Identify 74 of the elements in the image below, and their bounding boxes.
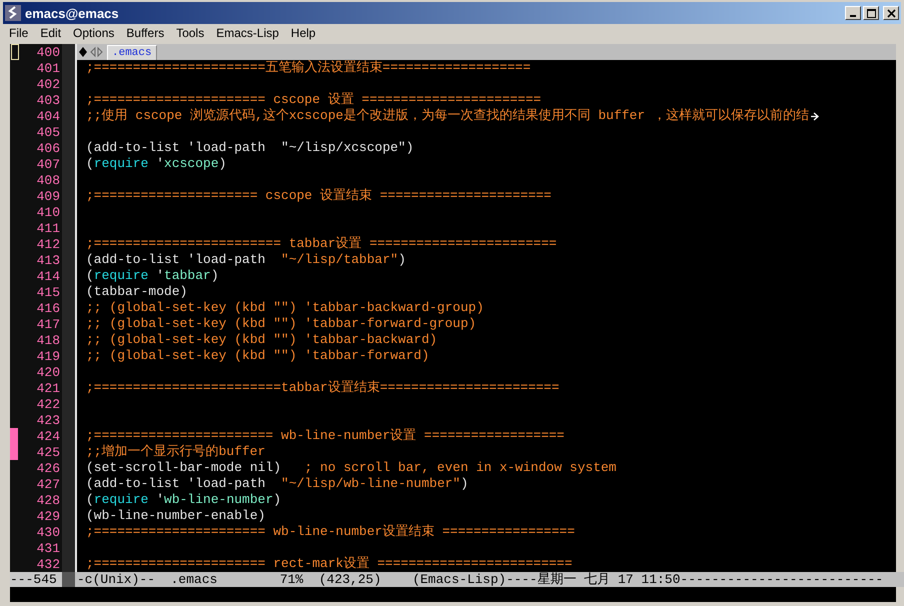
- window-title: emacs@emacs: [25, 6, 120, 20]
- line-number: 416: [36, 300, 61, 316]
- menu-item[interactable]: Buffers: [120, 26, 170, 40]
- close-icon: [886, 8, 896, 18]
- buffer-tab[interactable]: .emacs: [107, 45, 157, 60]
- line-number: 411: [36, 220, 61, 236]
- minimize-icon: [850, 15, 856, 17]
- line-number: 430: [36, 524, 61, 540]
- line-number: 423: [36, 412, 61, 428]
- menu-item[interactable]: Tools: [170, 26, 210, 40]
- line-number: 414: [36, 268, 61, 284]
- line-number: 418: [36, 332, 61, 348]
- line-number: 407: [36, 156, 61, 172]
- code-line: ;; (global-set-key (kbd "") 'tabbar-backward-group): [86, 300, 484, 316]
- code-line: ;; (global-set-key (kbd "") 'tabbar-forward-group): [86, 316, 476, 332]
- code-line: ;;使用 cscope 浏览源代码,这个xcscope是个改进版，为每一次查找的结果使用不同 buffer ，这样就可以保存以前的结: [86, 108, 809, 124]
- menu-item[interactable]: File: [3, 26, 34, 40]
- line-number: 412: [36, 236, 61, 252]
- code-line: (wb-line-number-enable): [86, 508, 266, 524]
- line-number: 419: [36, 348, 61, 364]
- code-line: ;====================== wb-line-number设置结束 =================: [86, 524, 575, 540]
- line-number: 425: [36, 444, 61, 460]
- line-number: 413: [36, 252, 61, 268]
- line-number: 400: [36, 44, 61, 60]
- line-number: 429: [36, 508, 61, 524]
- code-line: ;======================= wb-line-number设置 ==================: [86, 428, 564, 444]
- code-line: (require 'xcscope): [86, 156, 226, 172]
- menu-item[interactable]: Emacs-Lisp: [210, 26, 285, 40]
- code-line: ;===================== cscope 设置结束 ======================: [86, 188, 552, 204]
- line-number: 427: [36, 476, 61, 492]
- line-number: 420: [36, 364, 61, 380]
- line-number: 404: [36, 108, 61, 124]
- line-number: 409: [36, 188, 61, 204]
- menu-item[interactable]: Edit: [34, 26, 68, 40]
- line-number: 406: [36, 140, 61, 156]
- code-line: ;; (global-set-key (kbd "") 'tabbar-backward): [86, 332, 438, 348]
- code-line: ;====================== cscope 设置 =======================: [86, 92, 542, 108]
- close-button[interactable]: [883, 6, 899, 20]
- line-number: 422: [36, 396, 61, 412]
- tab-scroll-icon: [79, 46, 105, 58]
- menu-item[interactable]: Help: [284, 26, 322, 40]
- maximize-button[interactable]: [863, 6, 879, 20]
- code-line: ;======================== tabbar设置 ========================: [86, 236, 557, 252]
- code-line: (set-scroll-bar-mode nil) ; no scroll bar, even in x-window system: [86, 460, 616, 476]
- code-line: (add-to-list 'load-path "~/lisp/tabbar"): [86, 252, 406, 268]
- code-line: (require 'tabbar): [86, 268, 219, 284]
- line-number: 421: [36, 380, 61, 396]
- code-line: ;;增加一个显示行号的buffer: [86, 444, 266, 460]
- app-icon: [5, 5, 21, 21]
- line-number: 405: [36, 124, 61, 140]
- line-number: 428: [36, 492, 61, 508]
- line-number: 424: [36, 428, 61, 444]
- minimize-button[interactable]: [845, 6, 861, 20]
- code-line: ;========================tabbar设置结束=======================: [86, 380, 560, 396]
- line-number: 408: [36, 172, 61, 188]
- line-number: 402: [36, 76, 61, 92]
- code-line: (add-to-list 'load-path "~/lisp/xcscope"): [86, 140, 414, 156]
- line-number: 403: [36, 92, 61, 108]
- code-line: (require 'wb-line-number): [86, 492, 282, 508]
- code-line: ;; (global-set-key (kbd "") 'tabbar-forward): [86, 348, 430, 364]
- line-number: 426: [36, 460, 61, 476]
- line-number: 410: [36, 204, 61, 220]
- code-line: ;======================五笔输入法设置结束===================: [86, 60, 531, 76]
- code-line: ;====================== rect-mark设置 =========================: [86, 556, 572, 572]
- line-number: 432: [36, 556, 61, 572]
- line-number: 431: [36, 540, 61, 556]
- maximize-icon: [866, 8, 876, 18]
- line-number: 417: [36, 316, 61, 332]
- code-line: (add-to-list 'load-path "~/lisp/wb-line-number"): [86, 476, 468, 492]
- line-number: 401: [36, 60, 61, 76]
- menu-item[interactable]: Options: [67, 26, 120, 40]
- code-line: (tabbar-mode): [86, 284, 188, 300]
- line-number: 415: [36, 284, 61, 300]
- mode-line-left: ---545: [10, 572, 62, 587]
